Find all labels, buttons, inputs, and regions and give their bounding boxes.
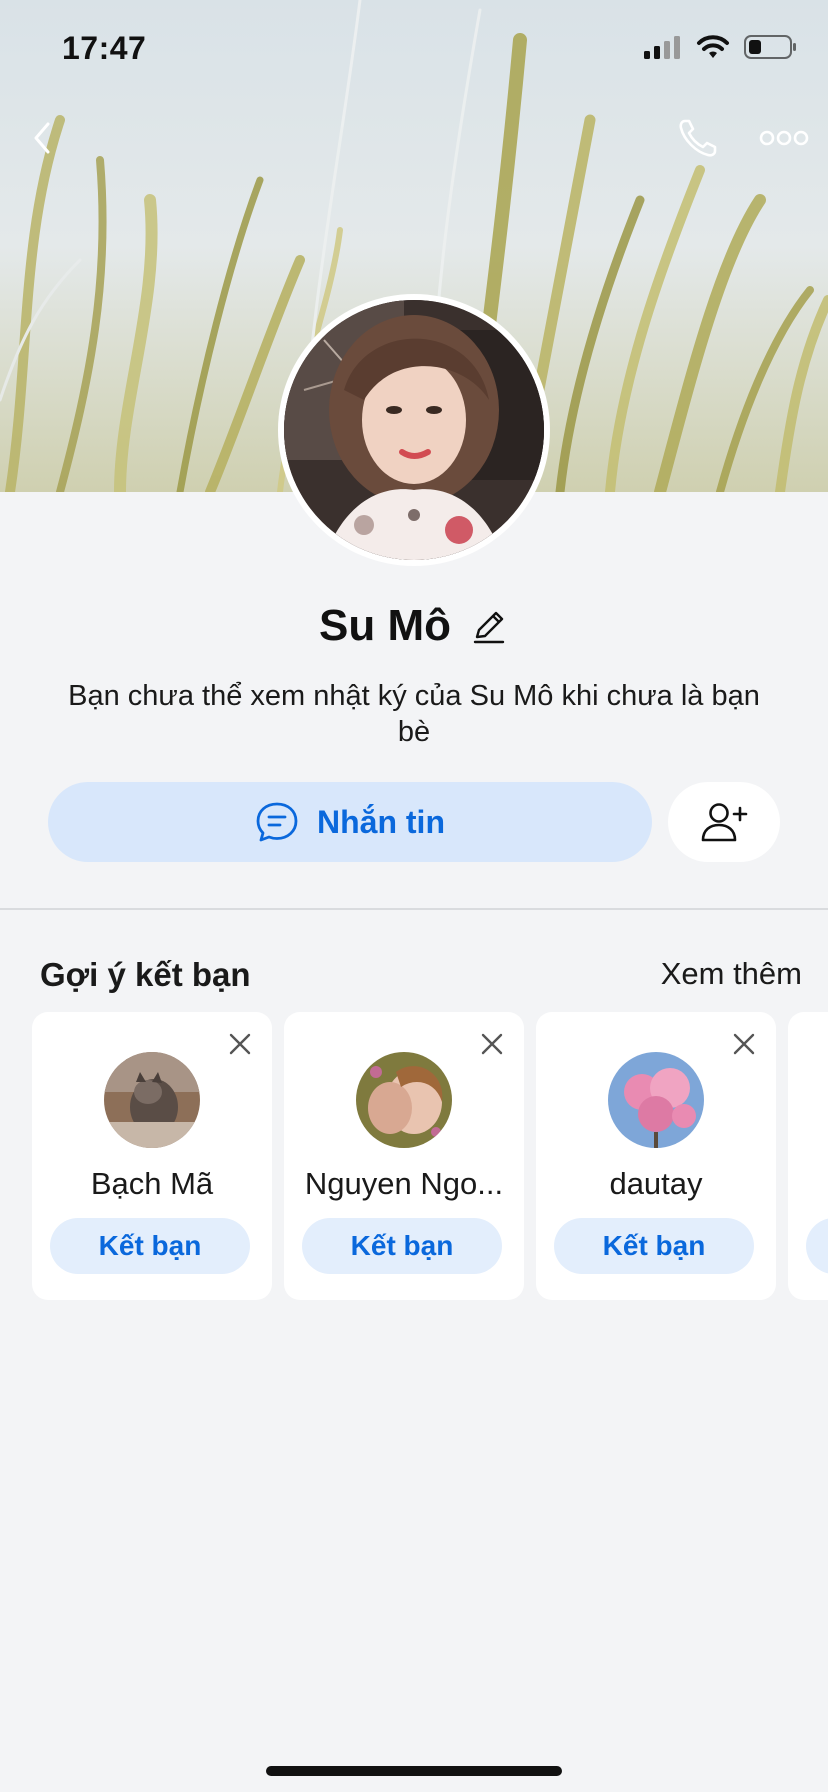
suggestion-card[interactable]: Bạch Mã Kết bạn xyxy=(32,1012,272,1300)
see-more-link[interactable]: Xem thêm xyxy=(661,956,802,992)
chevron-left-icon xyxy=(34,122,50,154)
suggestion-card[interactable]: dautay Kết bạn xyxy=(536,1012,776,1300)
suggestion-name: Nguyen Ngo... xyxy=(304,1166,504,1201)
close-icon[interactable] xyxy=(226,1030,254,1058)
suggestion-name: Bạch Mã xyxy=(90,1166,214,1201)
message-button-label: Nhắn tin xyxy=(317,803,445,840)
status-time: 17:47 xyxy=(62,30,147,66)
home-indicator xyxy=(266,1766,562,1776)
cellular-signal-icon xyxy=(644,36,680,59)
profile-description: Bạn chưa thể xem nhật ký của Su Mô khi c… xyxy=(68,680,760,748)
add-friend-suggestion-button[interactable]: Kết bạn xyxy=(302,1218,502,1274)
suggestion-name: dautay xyxy=(609,1166,703,1201)
avatar-photo xyxy=(284,300,544,560)
suggestions-title: Gợi ý kết bạn xyxy=(40,956,251,993)
message-button[interactable]: Nhắn tin xyxy=(48,782,652,862)
suggestions-list[interactable]: Bạch Mã Kết bạn Nguyen Ngo... Kết bạn da… xyxy=(0,1012,828,1300)
pencil-icon[interactable] xyxy=(469,606,509,646)
phone-icon xyxy=(679,119,717,157)
add-friend-button[interactable] xyxy=(668,782,780,862)
profile-avatar[interactable] xyxy=(278,294,550,566)
wifi-icon xyxy=(697,35,729,58)
suggestion-card-partial[interactable] xyxy=(788,1012,828,1300)
status-bar: 17:47 xyxy=(0,0,828,100)
avatar xyxy=(104,1052,200,1148)
back-button[interactable] xyxy=(14,110,70,166)
close-icon[interactable] xyxy=(478,1030,506,1058)
call-button[interactable] xyxy=(670,110,726,166)
avatar xyxy=(356,1052,452,1148)
close-icon[interactable] xyxy=(730,1030,758,1058)
section-divider xyxy=(0,908,828,910)
avatar xyxy=(608,1052,704,1148)
add-friend-suggestion-button[interactable]: Kết bạn xyxy=(50,1218,250,1274)
profile-name: Su Mô xyxy=(319,601,451,650)
suggestion-card[interactable]: Nguyen Ngo... Kết bạn xyxy=(284,1012,524,1300)
more-button[interactable] xyxy=(756,110,812,166)
chat-bubble-icon xyxy=(256,802,298,842)
add-friend-suggestion-button[interactable]: Kết bạn xyxy=(554,1218,754,1274)
add-friend-suggestion-button-partial[interactable] xyxy=(806,1218,828,1274)
user-plus-icon xyxy=(701,803,748,842)
more-horizontal-icon xyxy=(759,130,809,146)
battery-icon xyxy=(744,35,796,59)
